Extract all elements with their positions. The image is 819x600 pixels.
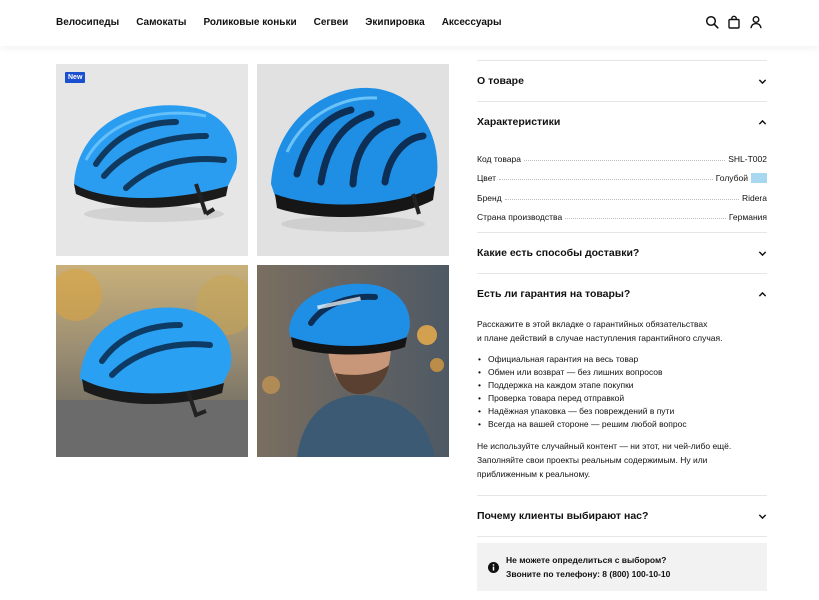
spec-row-brand: Бренд Ridera: [477, 183, 767, 203]
gallery-image-man-wearing-helmet[interactable]: [257, 265, 449, 457]
bag-icon[interactable]: [727, 15, 741, 29]
chevron-up-icon: [758, 119, 767, 125]
accordion-why-us: Почему клиенты выбирают нас?: [477, 495, 767, 537]
warranty-outro-line: Не используйте случайный контент — ни эт…: [477, 441, 732, 451]
warranty-intro-line: Расскажите в этой вкладке о гарантийных …: [477, 319, 708, 329]
spec-value: Ridera: [741, 192, 767, 203]
accordion-why-us-header[interactable]: Почему клиенты выбирают нас?: [477, 496, 767, 536]
search-icon[interactable]: [705, 15, 719, 29]
spec-leader: [504, 198, 739, 200]
new-badge: New: [65, 72, 86, 83]
accordion-delivery: Какие есть способы доставки?: [477, 232, 767, 273]
warranty-bullet-list: Официальная гарантия на весь товар Обмен…: [477, 353, 767, 431]
main-nav: Велосипеды Самокаты Роликовые коньки Сег…: [56, 17, 519, 28]
help-phone[interactable]: Звоните по телефону: 8 (800) 100-10-10: [506, 567, 670, 581]
spec-leader: [523, 159, 726, 161]
site-header: Велосипеды Самокаты Роликовые коньки Сег…: [0, 0, 819, 46]
spec-row-sku: Код товара SHL-T002: [477, 144, 767, 164]
accordion-title: Какие есть способы доставки?: [477, 247, 640, 259]
spec-key: Страна производства: [477, 212, 563, 222]
accordion-title: О товаре: [477, 75, 524, 87]
chevron-down-icon: [758, 250, 767, 256]
warranty-outro-line: приближенным к реальному.: [477, 469, 591, 479]
accordion-warranty: Есть ли гарантия на товары? Расскажите в…: [477, 273, 767, 495]
warranty-bullet: Обмен или возврат — без лишних вопросов: [477, 366, 767, 379]
spec-key: Цвет: [477, 173, 497, 183]
gallery-image-helmet-street[interactable]: [56, 265, 248, 457]
spec-row-color: Цвет Голубой: [477, 164, 767, 183]
help-question: Не можете определиться с выбором?: [506, 555, 667, 565]
accordion-specs-header[interactable]: Характеристики: [477, 102, 767, 142]
nav-item-accessories[interactable]: Аксессуары: [442, 17, 502, 28]
help-box: Не можете определиться с выбором? Звонит…: [477, 543, 767, 591]
gallery-image-helmet-front[interactable]: [257, 64, 449, 256]
chevron-up-icon: [758, 291, 767, 297]
spec-value: Германия: [728, 212, 767, 222]
accordion-title: Почему клиенты выбирают нас?: [477, 510, 649, 522]
accordion-warranty-header[interactable]: Есть ли гарантия на товары?: [477, 274, 767, 314]
nav-item-scooters[interactable]: Самокаты: [136, 17, 186, 28]
spec-key: Бренд: [477, 192, 502, 203]
chevron-down-icon: [758, 513, 767, 519]
nav-item-equipment[interactable]: Экипировка: [365, 17, 424, 28]
warranty-bullet: Официальная гарантия на весь товар: [477, 353, 767, 366]
accordion-about-header[interactable]: О товаре: [477, 61, 767, 101]
nav-item-bicycles[interactable]: Велосипеды: [56, 17, 119, 28]
spec-value: Голубой: [715, 173, 748, 183]
warranty-intro-line: и плане действий в случае наступления га…: [477, 333, 723, 343]
accordion-title: Характеристики: [477, 116, 561, 128]
user-icon[interactable]: [749, 15, 763, 29]
help-text: Не можете определиться с выбором? Звонит…: [506, 553, 670, 581]
gallery-image-helmet-side[interactable]: New: [56, 64, 248, 256]
chevron-down-icon: [758, 78, 767, 84]
product-gallery: New: [56, 64, 449, 457]
info-icon: [488, 561, 499, 573]
spec-key: Код товара: [477, 153, 521, 164]
warranty-bullet: Поддержка на каждом этапе покупки: [477, 379, 767, 392]
spec-leader: [499, 179, 713, 180]
header-actions: [705, 15, 763, 29]
warranty-bullet: Проверка товара перед отправкой: [477, 392, 767, 405]
spec-value: SHL-T002: [728, 153, 767, 164]
nav-item-roller-skates[interactable]: Роликовые коньки: [203, 17, 296, 28]
accordion-title: Есть ли гарантия на товары?: [477, 288, 631, 300]
warranty-outro-line: Заполняйте свои проекты реальным содержи…: [477, 455, 708, 465]
accordion-about: О товаре: [477, 60, 767, 101]
accordion-specs: Характеристики Код товара SHL-T002 Цвет …: [477, 101, 767, 232]
nav-item-segways[interactable]: Сегвеи: [314, 17, 349, 28]
color-swatch: [751, 173, 767, 183]
product-info-panel: О товаре Характеристики Код товара SHL-T…: [477, 60, 767, 537]
warranty-bullet: Всегда на вашей стороне — решим любой во…: [477, 418, 767, 431]
warranty-content: Расскажите в этой вкладке о гарантийных …: [477, 314, 767, 495]
warranty-bullet: Надёжная упаковка — без повреждений в пу…: [477, 405, 767, 418]
specs-list: Код товара SHL-T002 Цвет Голубой Бренд R…: [477, 142, 767, 232]
accordion-delivery-header[interactable]: Какие есть способы доставки?: [477, 233, 767, 273]
spec-row-country: Страна производства Германия: [477, 203, 767, 222]
spec-leader: [565, 218, 726, 219]
